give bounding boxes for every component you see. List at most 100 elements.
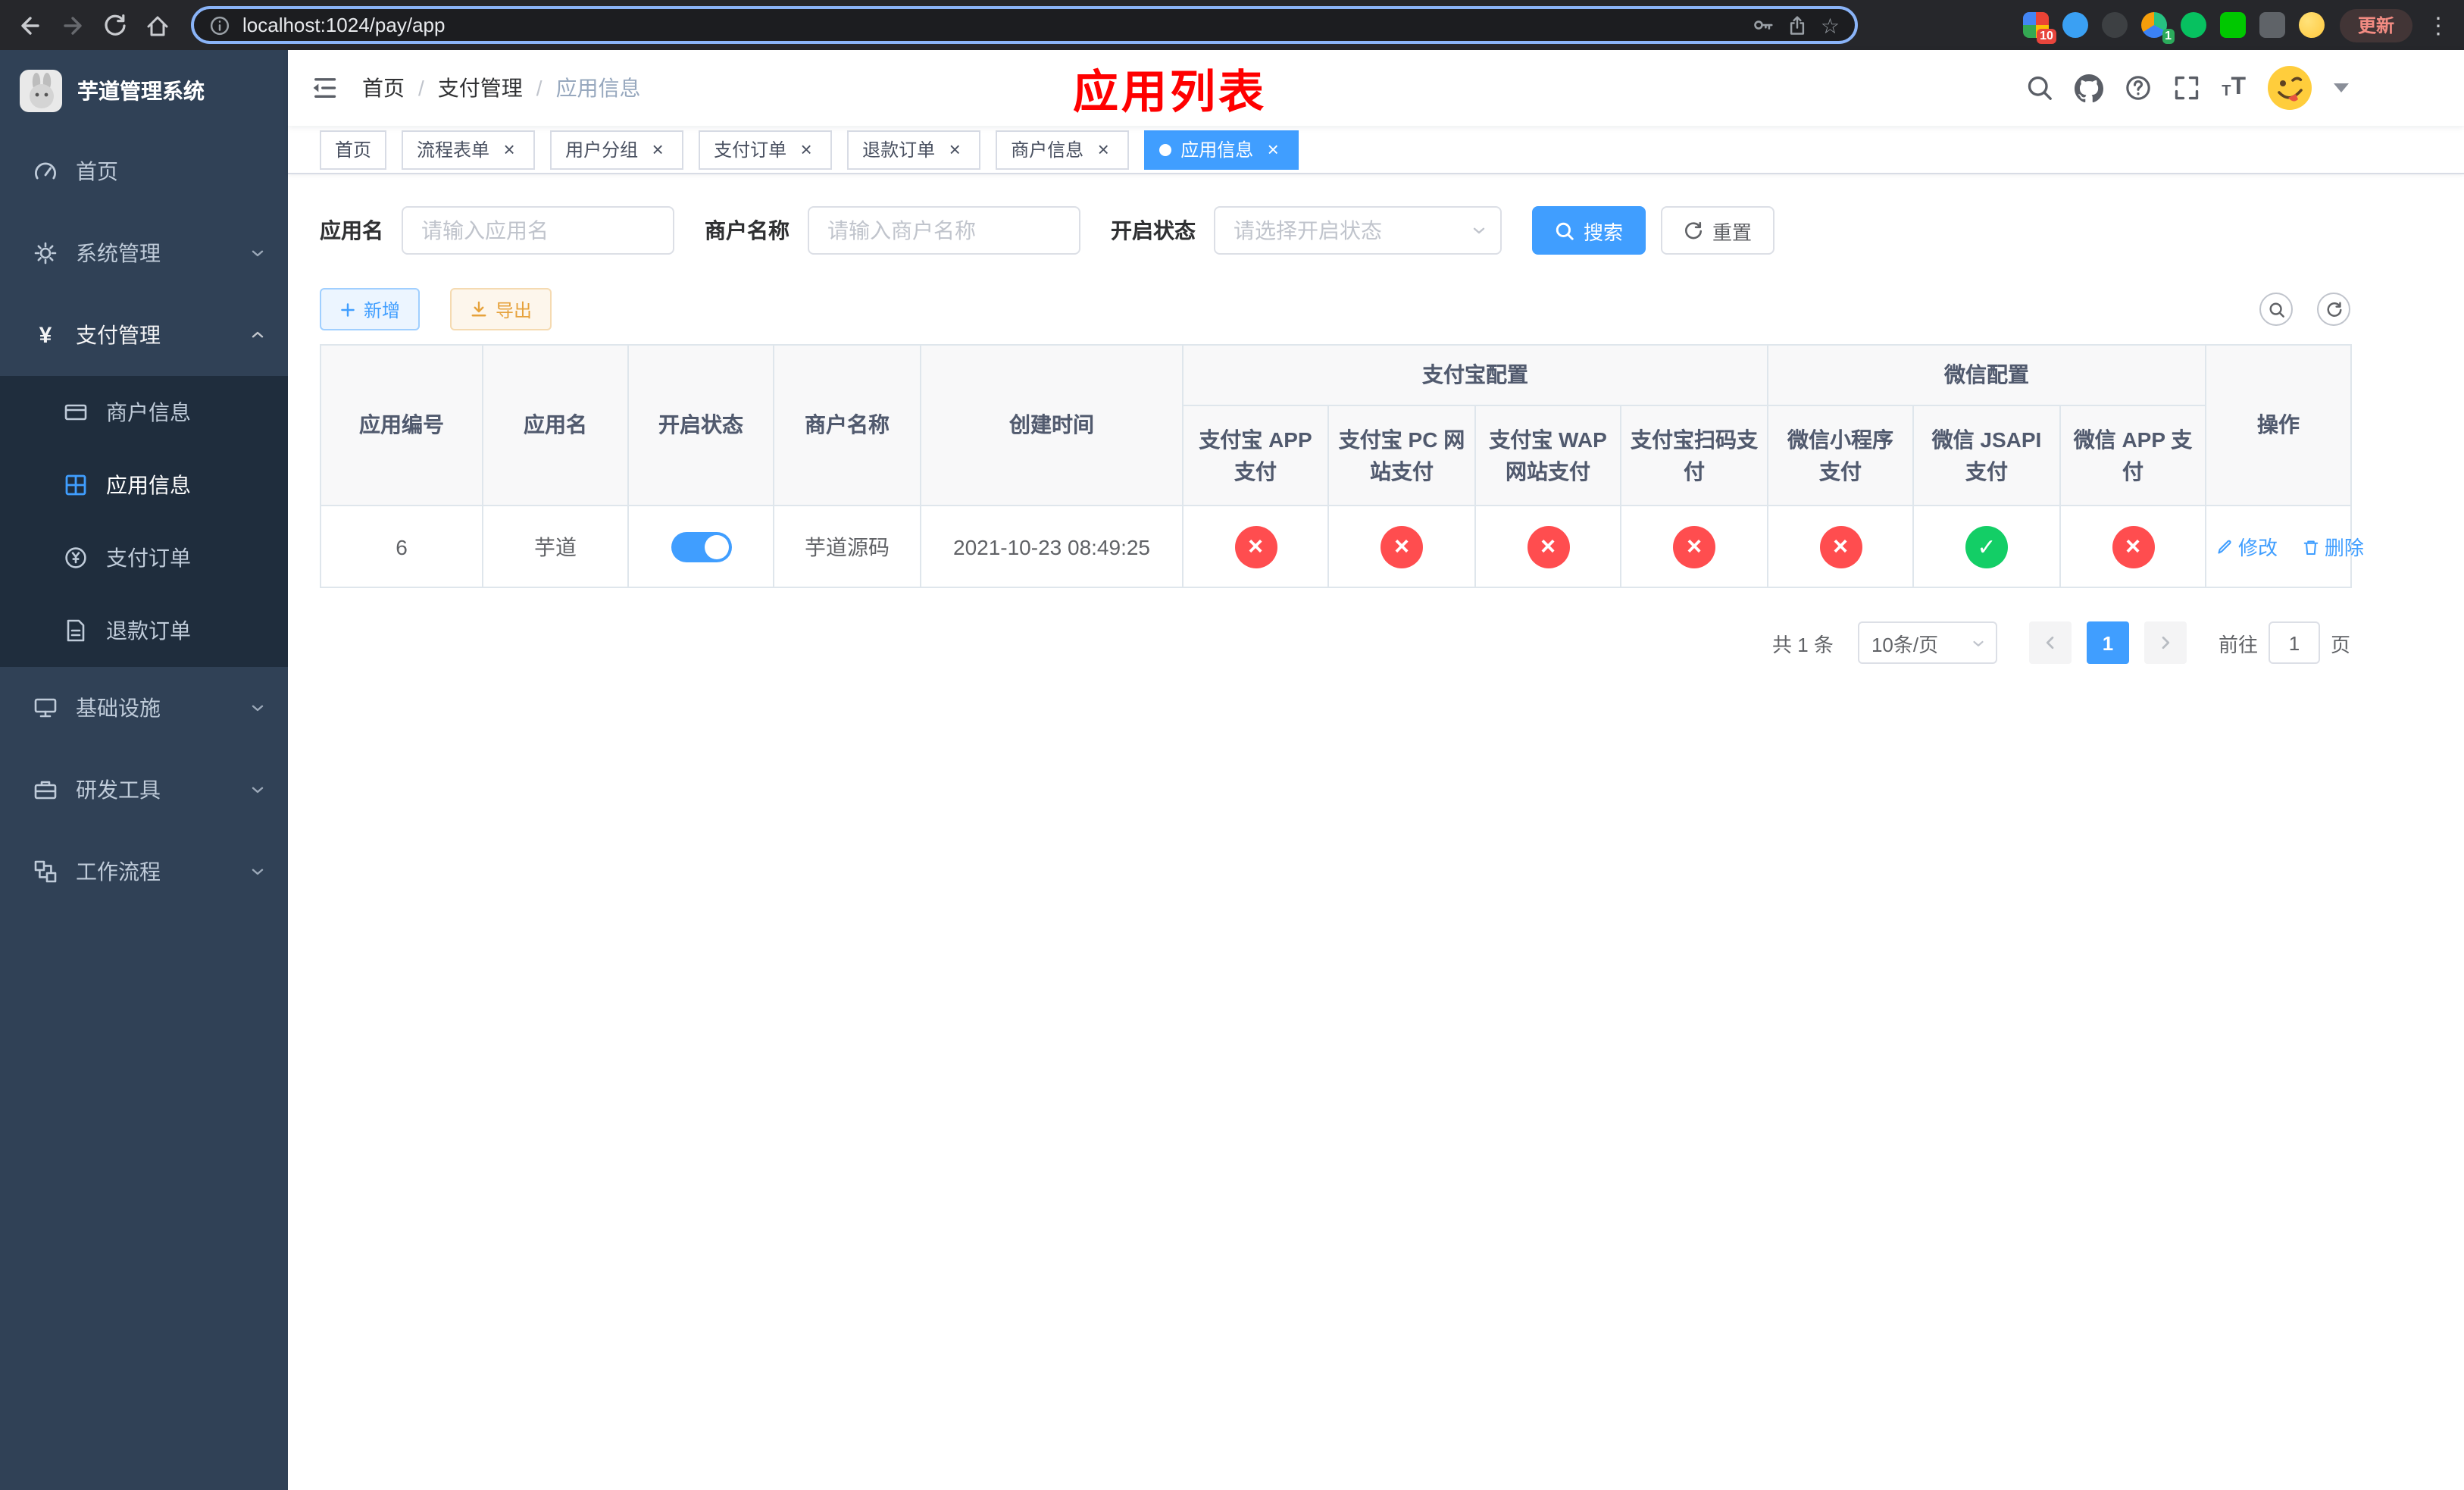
sidebar-item-payment[interactable]: ¥ 支付管理	[0, 294, 288, 376]
prev-page-button[interactable]	[2028, 621, 2072, 664]
extension-icon-green-chat[interactable]	[2219, 12, 2246, 38]
browser-home-icon[interactable]	[139, 7, 176, 43]
app-name-input[interactable]	[402, 206, 674, 255]
col-header-wechat-app: 微信 APP 支付	[2059, 405, 2206, 506]
search-form: 应用名 商户名称 开启状态 请选择开启状态	[320, 206, 2350, 255]
trash-icon	[2303, 540, 2319, 555]
extensions-strip: 10 1	[2022, 12, 2325, 44]
refresh-table-button[interactable]	[2317, 293, 2350, 326]
tab-home[interactable]: 首页	[320, 130, 387, 169]
extension-icon-green-circle[interactable]	[2180, 12, 2206, 38]
tabs-bar: 首页 流程表单 × 用户分组 × 支付订单 × 退款订单 × 商户信息 × 应用信息 ×	[288, 126, 2464, 174]
delete-button[interactable]: 删除	[2302, 532, 2364, 561]
goto-page-input[interactable]	[2268, 621, 2320, 664]
page-number-button[interactable]: 1	[2086, 621, 2129, 664]
help-icon[interactable]	[2125, 74, 2152, 102]
tab-refund-order[interactable]: 退款订单 ×	[847, 130, 981, 169]
status-toggle[interactable]	[671, 531, 731, 562]
col-header-app-name: 应用名	[482, 344, 629, 506]
address-bar[interactable]: localhost:1024/pay/app ☆	[191, 6, 1858, 44]
navbar-right-icons: TT	[2026, 65, 2349, 111]
merchant-name-label: 商户名称	[705, 218, 790, 243]
reset-button[interactable]: 重置	[1661, 206, 1775, 255]
plus-icon	[341, 302, 355, 316]
sidebar-item-refund-order[interactable]: 退款订单	[0, 594, 288, 667]
sidebar-item-infra[interactable]: 基础设施	[0, 667, 288, 749]
sidebar-fold-icon[interactable]	[311, 74, 338, 102]
cell-app-id: 6	[320, 505, 483, 588]
tab-merchant-info[interactable]: 商户信息 ×	[996, 130, 1130, 169]
header-search-icon[interactable]	[2026, 74, 2053, 102]
font-size-icon[interactable]: TT	[2222, 75, 2246, 100]
add-button[interactable]: 新增	[320, 288, 421, 330]
share-icon[interactable]	[1787, 14, 1809, 36]
browser-menu-dots-icon[interactable]: ⋮	[2425, 11, 2452, 39]
close-icon[interactable]: ×	[944, 139, 965, 160]
bookmark-star-icon[interactable]: ☆	[1821, 14, 1840, 36]
close-icon[interactable]: ×	[499, 139, 520, 160]
extension-icon-blue[interactable]	[2062, 12, 2088, 38]
status-select[interactable]: 请选择开启状态	[1214, 206, 1502, 255]
extension-icon-emoji[interactable]	[2298, 12, 2325, 38]
navbar: 首页 / 支付管理 / 应用信息 应用列表 T T	[288, 50, 2464, 126]
close-icon[interactable]: ×	[1093, 139, 1114, 160]
alipay-wap-status-icon	[1527, 525, 1569, 568]
pagination: 共 1 条 10条/页 1 前往 页	[320, 621, 2350, 664]
table-tools	[2259, 293, 2350, 326]
app-logo-row[interactable]: 芋道管理系统	[0, 50, 288, 130]
alipay-qr-status-icon	[1673, 525, 1715, 568]
sidebar-item-home[interactable]: 首页	[0, 130, 288, 212]
page-unit-label: 页	[2330, 633, 2350, 656]
refund-doc-icon	[64, 618, 88, 643]
close-icon[interactable]: ×	[647, 139, 668, 160]
tab-process-form[interactable]: 流程表单 ×	[402, 130, 536, 169]
group-header-wechat: 微信配置	[1767, 344, 2206, 406]
pay-order-icon	[64, 546, 88, 570]
close-icon[interactable]: ×	[796, 139, 817, 160]
close-icon[interactable]: ×	[1262, 139, 1284, 160]
merchant-name-input[interactable]	[808, 206, 1080, 255]
toggle-search-button[interactable]	[2259, 293, 2293, 326]
site-info-icon[interactable]	[209, 14, 230, 36]
extension-icon-grid[interactable]: 10	[2022, 12, 2056, 44]
col-header-app-id: 应用编号	[320, 344, 483, 506]
app-name-label: 应用名	[320, 218, 383, 243]
password-key-icon[interactable]	[1753, 14, 1775, 36]
extension-icon-gray-puzzle[interactable]	[2259, 12, 2285, 38]
wechat-app-status-icon	[2112, 525, 2154, 568]
table-row: 6 芋道 芋道源码 2021-10-23 08:49:25 × × × × × …	[320, 505, 2364, 588]
tab-user-group[interactable]: 用户分组 ×	[550, 130, 684, 169]
edit-button[interactable]: 修改	[2215, 532, 2278, 561]
extension-icon-colorful[interactable]: 1	[2140, 12, 2175, 44]
breadcrumb-payment[interactable]: 支付管理	[438, 73, 523, 103]
browser-forward-icon[interactable]	[55, 7, 91, 43]
github-icon[interactable]	[2075, 74, 2104, 102]
chrome-update-button[interactable]: 更新	[2339, 8, 2412, 42]
tab-app-info[interactable]: 应用信息 ×	[1144, 130, 1299, 169]
browser-back-icon[interactable]	[12, 7, 48, 43]
extension-icon-dark[interactable]	[2101, 12, 2128, 38]
page-size-select[interactable]: 10条/页	[1857, 621, 1997, 664]
sidebar-item-merchant-info[interactable]: 商户信息	[0, 376, 288, 449]
tab-pay-order[interactable]: 支付订单 ×	[699, 130, 833, 169]
avatar[interactable]	[2267, 65, 2312, 111]
cell-merchant: 芋道源码	[773, 505, 921, 588]
sidebar-item-pay-order[interactable]: 支付订单	[0, 521, 288, 594]
caret-down-icon[interactable]	[2334, 83, 2349, 92]
browser-reload-icon[interactable]	[97, 7, 133, 43]
next-page-button[interactable]	[2143, 621, 2187, 664]
page-title: 应用列表	[1073, 68, 1267, 118]
breadcrumb-home[interactable]: 首页	[362, 73, 405, 103]
sidebar-item-workflow[interactable]: 工作流程	[0, 831, 288, 912]
app-title: 芋道管理系统	[77, 78, 205, 102]
sidebar-item-app-info[interactable]: 应用信息	[0, 449, 288, 521]
group-header-alipay: 支付宝配置	[1182, 344, 1768, 406]
dashboard-icon	[33, 159, 58, 183]
sidebar-item-dev-tools[interactable]: 研发工具	[0, 749, 288, 831]
app-logo	[20, 69, 62, 111]
fullscreen-icon[interactable]	[2173, 74, 2200, 102]
sidebar-item-system[interactable]: 系统管理	[0, 212, 288, 294]
export-button[interactable]: 导出	[450, 288, 552, 330]
search-button[interactable]: 搜索	[1532, 206, 1646, 255]
col-header-merchant: 商户名称	[773, 344, 921, 506]
